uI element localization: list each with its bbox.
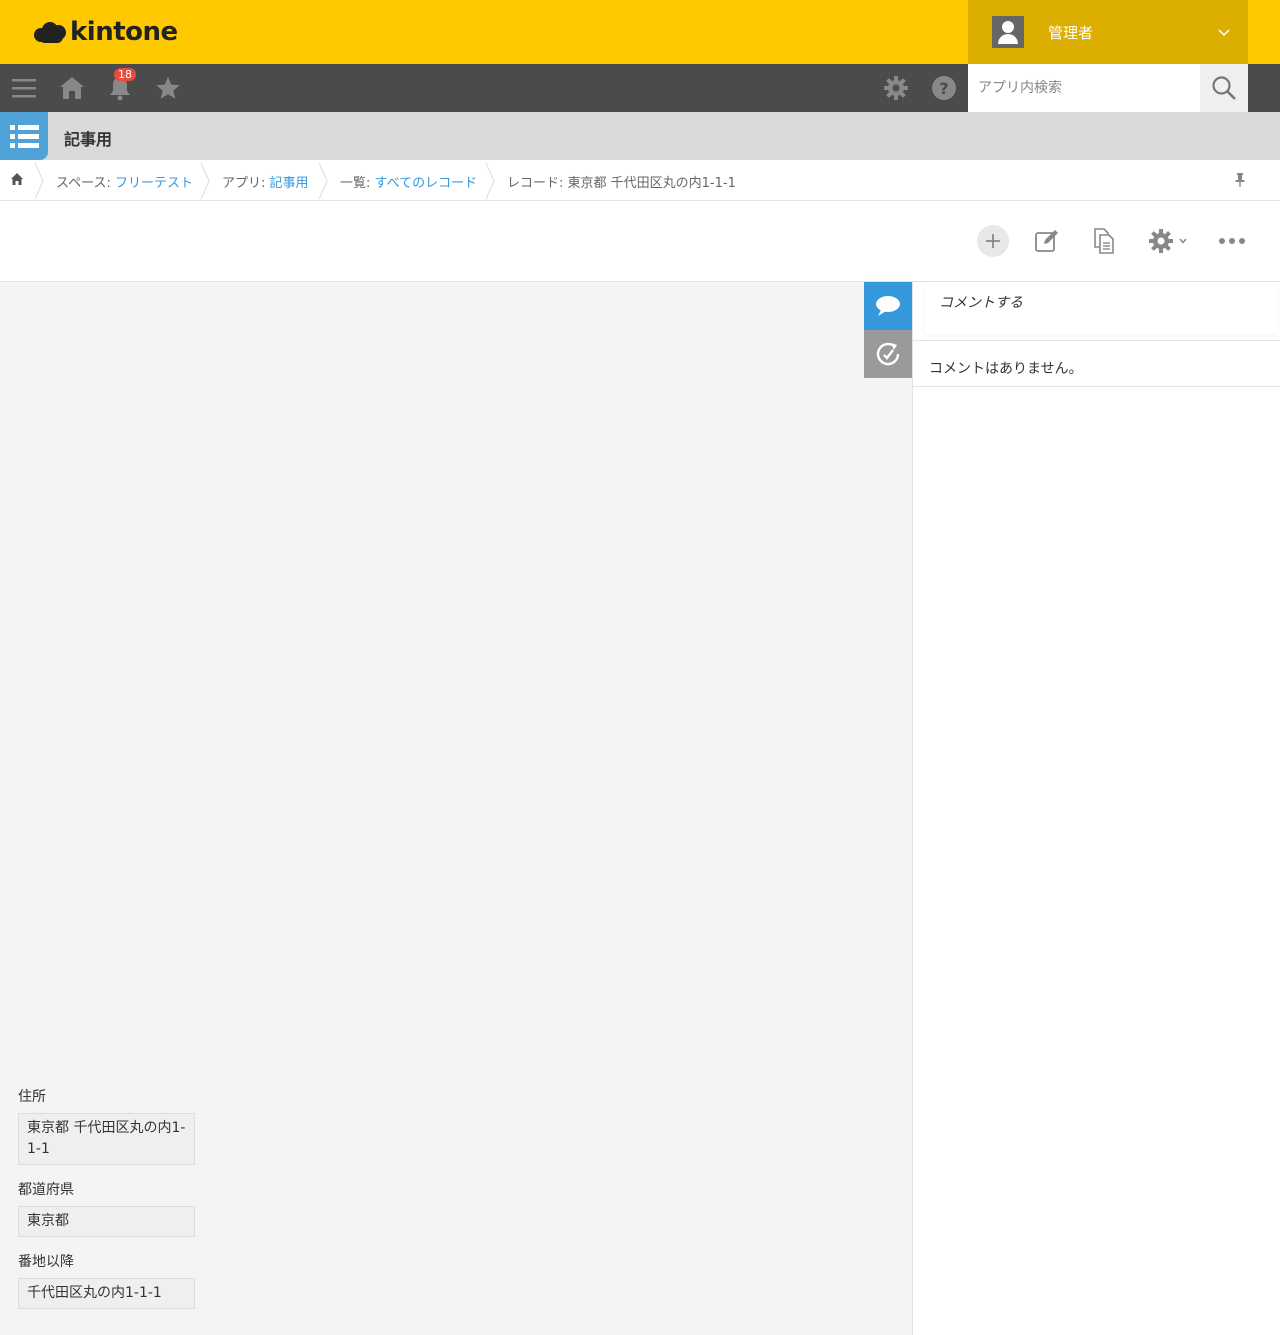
copy-icon	[1094, 228, 1114, 254]
divider	[913, 340, 1280, 341]
comment-input[interactable]: コメントする	[925, 286, 1277, 334]
record-form: 住所 東京都 千代田区丸の内1-1-1 都道府県 東京都 番地以降 千代田区丸の…	[0, 282, 911, 1335]
field-label: 都道府県	[18, 1182, 74, 1198]
user-avatar-icon	[992, 16, 1024, 48]
user-name: 管理者	[1048, 23, 1094, 42]
top-header: kintone 管理者	[0, 0, 1280, 64]
breadcrumb-separator	[318, 162, 328, 200]
edit-icon	[1035, 230, 1058, 252]
field-value: 東京都	[18, 1206, 195, 1237]
notification-badge: 18	[114, 68, 136, 81]
more-horizontal-icon	[1219, 238, 1245, 244]
app-search-input[interactable]	[968, 64, 1200, 112]
app-title[interactable]: 記事用	[64, 126, 112, 150]
menu-icon[interactable]	[10, 74, 38, 102]
no-comments-text: コメントはありません。	[929, 361, 1083, 377]
side-panel-tabs	[864, 282, 912, 378]
field-value: 千代田区丸の内1-1-1	[18, 1278, 195, 1309]
svg-text:?: ?	[939, 79, 948, 98]
breadcrumb-view-link[interactable]: すべてのレコード	[375, 176, 478, 191]
search-button[interactable]	[1200, 64, 1248, 112]
breadcrumb-space-link[interactable]: フリーテスト	[115, 176, 193, 191]
logo-text: kintone	[70, 17, 178, 47]
star-icon[interactable]	[154, 74, 182, 102]
field-street: 番地以降 千代田区丸の内1-1-1	[18, 1251, 195, 1309]
breadcrumb: スペース: フリーテスト アプリ: 記事用 一覧: すべてのレコード レコード:…	[0, 160, 1280, 201]
breadcrumb-separator	[200, 162, 210, 200]
breadcrumb-view: 一覧: すべてのレコード	[340, 172, 477, 191]
home-icon[interactable]	[10, 172, 24, 186]
user-menu[interactable]: 管理者	[968, 0, 1248, 64]
field-value: 東京都 千代田区丸の内1-1-1	[18, 1113, 195, 1165]
divider	[913, 386, 1280, 387]
field-prefecture: 都道府県 東京都	[18, 1179, 195, 1237]
more-options-button[interactable]	[1216, 225, 1248, 257]
field-address: 住所 東京都 千代田区丸の内1-1-1	[18, 1086, 195, 1165]
search-icon	[1212, 76, 1236, 100]
breadcrumb-separator	[34, 162, 44, 200]
breadcrumb-app-link[interactable]: 記事用	[270, 176, 309, 191]
comments-panel: コメントする コメントはありません。	[912, 282, 1280, 1335]
chevron-down-icon	[1218, 29, 1230, 37]
comment-icon	[876, 296, 900, 316]
plus-icon	[986, 234, 1000, 248]
record-toolbar	[0, 201, 1280, 282]
breadcrumb-space-prefix: スペース:	[56, 176, 115, 191]
breadcrumb-app: アプリ: 記事用	[222, 172, 309, 191]
kintone-logo[interactable]: kintone	[34, 16, 178, 48]
breadcrumb-separator	[485, 162, 495, 200]
cloud-logo-icon	[34, 21, 68, 43]
duplicate-button[interactable]	[1090, 225, 1118, 257]
breadcrumb-view-prefix: 一覧:	[340, 176, 375, 191]
field-label: 住所	[18, 1089, 46, 1105]
edit-button[interactable]	[1033, 225, 1061, 257]
app-list-icon	[0, 112, 48, 160]
app-header: 記事用	[0, 112, 1280, 160]
breadcrumb-app-prefix: アプリ:	[222, 176, 270, 191]
breadcrumb-space: スペース: フリーテスト	[56, 172, 193, 191]
home-icon[interactable]	[58, 74, 86, 102]
help-icon[interactable]: ?	[930, 74, 958, 102]
pin-icon[interactable]	[1233, 172, 1247, 188]
history-icon	[876, 342, 900, 366]
add-record-button[interactable]	[977, 225, 1009, 257]
settings-menu-button[interactable]	[1145, 225, 1191, 257]
breadcrumb-record: レコード: 東京都 千代田区丸の内1-1-1	[507, 176, 736, 191]
gear-icon[interactable]	[882, 74, 910, 102]
tab-comments[interactable]	[864, 282, 912, 330]
gear-icon	[1149, 229, 1173, 253]
tab-history[interactable]	[864, 330, 912, 378]
field-label: 番地以降	[18, 1254, 74, 1270]
chevron-down-icon	[1179, 238, 1187, 244]
